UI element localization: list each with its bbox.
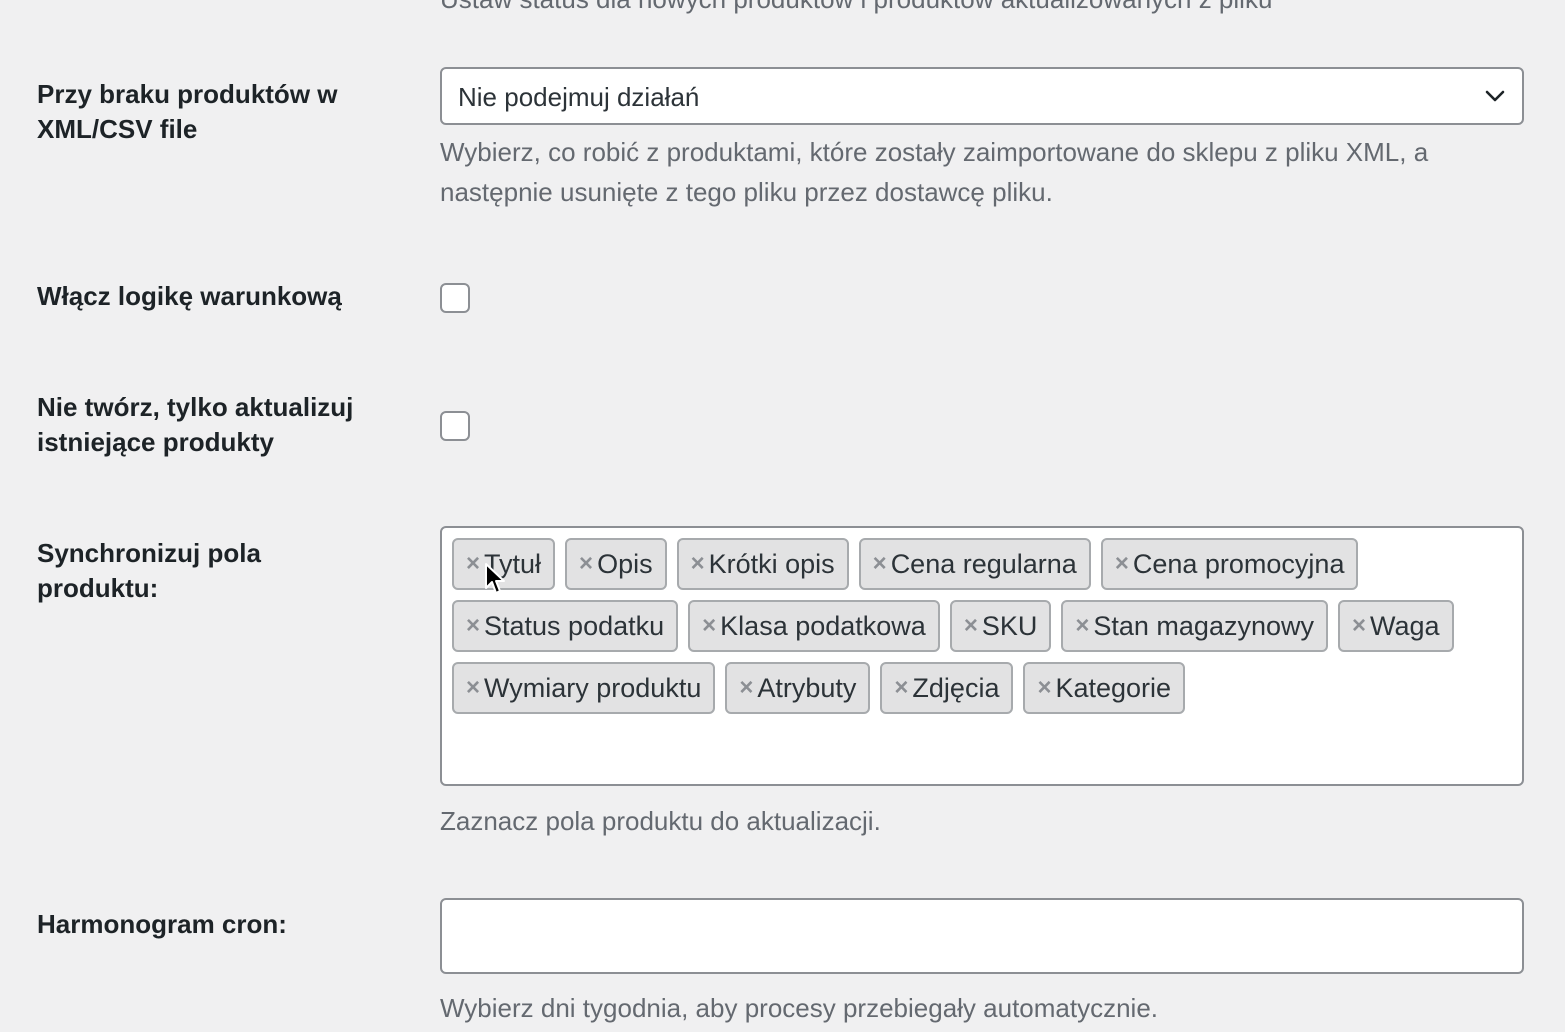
sync-fields-description: Zaznacz pola produktu do aktualizacji. [440, 806, 881, 836]
tag-label: Status podatku [484, 610, 665, 641]
tag-images: × Zdjęcia [880, 662, 1014, 714]
tag-stock: × Stan magazynowy [1061, 600, 1328, 652]
tag-label: Atrybuty [757, 672, 857, 703]
tag-label: Waga [1370, 610, 1440, 641]
tag-dimensions: × Wymiary produktu [452, 662, 716, 714]
close-icon[interactable]: × [894, 674, 908, 702]
cron-schedule-description: Wybierz dni tygodnia, aby procesy przebi… [440, 993, 1159, 1023]
close-icon[interactable]: × [964, 612, 978, 640]
close-icon[interactable]: × [579, 550, 593, 578]
missing-products-select-value: Nie podejmuj działań [458, 82, 700, 112]
tag-label: Cena regularna [890, 548, 1077, 579]
tag-label: Zdjęcia [912, 672, 1000, 703]
close-icon[interactable]: × [466, 550, 480, 578]
tag-short-description: × Krótki opis [676, 538, 849, 590]
close-icon[interactable]: × [466, 612, 480, 640]
close-icon[interactable]: × [1352, 612, 1366, 640]
close-icon[interactable]: × [702, 612, 716, 640]
tag-label: Klasa podatkowa [720, 610, 926, 641]
update-only-checkbox[interactable] [440, 411, 470, 441]
sync-fields-tag-list: × Tytuł × Opis × Krótki opis × Cena regularn… [452, 538, 1512, 714]
cron-schedule-input[interactable] [440, 898, 1524, 974]
tag-weight: × Waga [1338, 600, 1454, 652]
close-icon[interactable]: × [1075, 612, 1089, 640]
missing-products-label: Przy braku produktów w XML/CSV file [37, 79, 338, 144]
tag-label: Stan magazynowy [1093, 610, 1314, 641]
sync-fields-multiselect[interactable]: × Tytuł × Opis × Krótki opis × Cena regularn… [440, 526, 1524, 786]
tag-label: SKU [981, 610, 1038, 641]
tag-sku: × SKU [949, 600, 1052, 652]
tag-label: Krótki opis [708, 548, 835, 579]
update-only-label: Nie twórz, tylko aktualizuj istniejące p… [37, 392, 354, 457]
tag-label: Opis [597, 548, 653, 579]
missing-products-description: Wybierz, co robić z produktami, które zo… [440, 137, 1429, 207]
tag-label: Wymiary produktu [484, 672, 702, 703]
sync-fields-label: Synchronizuj pola produktu: [37, 538, 261, 603]
conditional-logic-checkbox[interactable] [440, 283, 470, 313]
tag-tax-class: × Klasa podatkowa [688, 600, 940, 652]
tag-sale-price: × Cena promocyjna [1100, 538, 1359, 590]
missing-products-select[interactable]: Nie podejmuj działań [440, 67, 1524, 125]
close-icon[interactable]: × [466, 674, 480, 702]
tag-categories: × Kategorie [1023, 662, 1186, 714]
tag-label: Cena promocyjna [1132, 548, 1345, 579]
tag-tax-status: × Status podatku [452, 600, 679, 652]
chevron-down-icon [1485, 90, 1505, 102]
cron-schedule-label: Harmonogram cron: [37, 909, 287, 939]
tag-description: × Opis [565, 538, 667, 590]
mouse-cursor-icon [485, 563, 505, 594]
close-icon[interactable]: × [1115, 550, 1129, 578]
close-icon[interactable]: × [873, 550, 887, 578]
tag-attributes: × Atrybuty [725, 662, 871, 714]
tag-regular-price: × Cena regularna [858, 538, 1091, 590]
previous-row-description: Ustaw status dla nowych produktów i prod… [440, 0, 1272, 15]
tag-label: Kategorie [1055, 672, 1172, 703]
close-icon[interactable]: × [739, 674, 753, 702]
conditional-logic-label: Włącz logikę warunkową [37, 281, 342, 311]
close-icon[interactable]: × [1037, 674, 1051, 702]
close-icon[interactable]: × [691, 550, 705, 578]
